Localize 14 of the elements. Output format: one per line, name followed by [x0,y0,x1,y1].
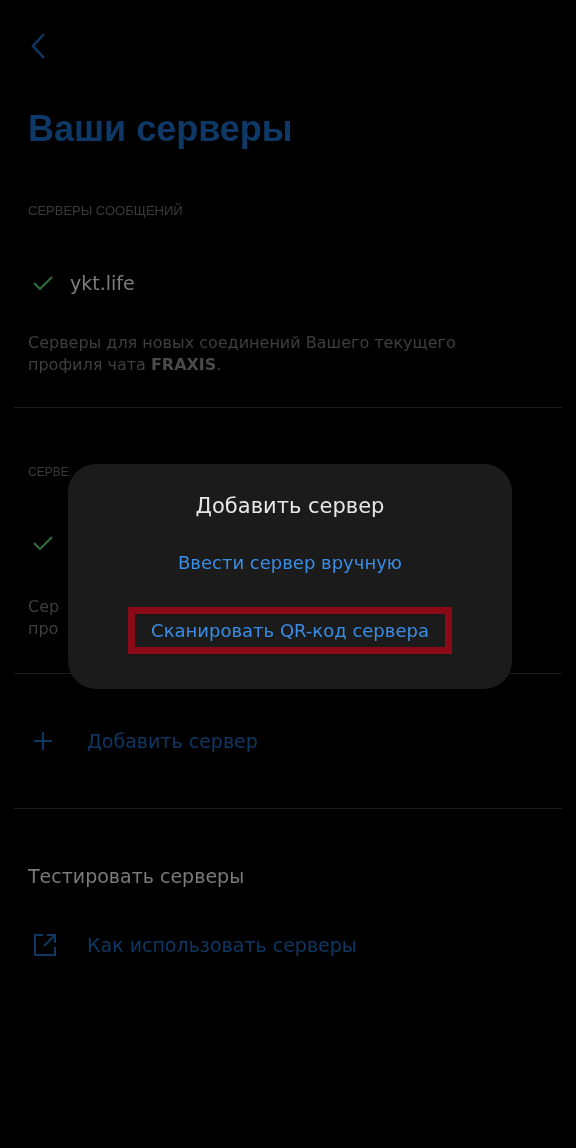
back-icon[interactable] [30,32,46,60]
plus-icon [33,731,53,752]
section-header: СЕРВЕ [28,465,70,480]
dialog-title: Добавить сервер [195,494,385,518]
dialog-option[interactable]: Ввести сервер вручную [168,546,412,579]
section-description: Серверы для новых соединений Вашего текущего профиля чата FRAXIS. [28,332,457,377]
section-description: Сер [28,596,60,619]
page-title: Ваши серверы [28,107,294,151]
dialog-option[interactable]: Сканировать QR-код сервера [141,614,439,647]
server-name[interactable]: ykt.life [70,272,135,295]
external-link-icon [33,933,57,958]
section-description: про [28,618,59,641]
section-header: СЕРВЕРЫ СООБЩЕНИЙ [28,203,184,219]
test-servers-button[interactable]: Тестировать серверы [28,865,245,888]
